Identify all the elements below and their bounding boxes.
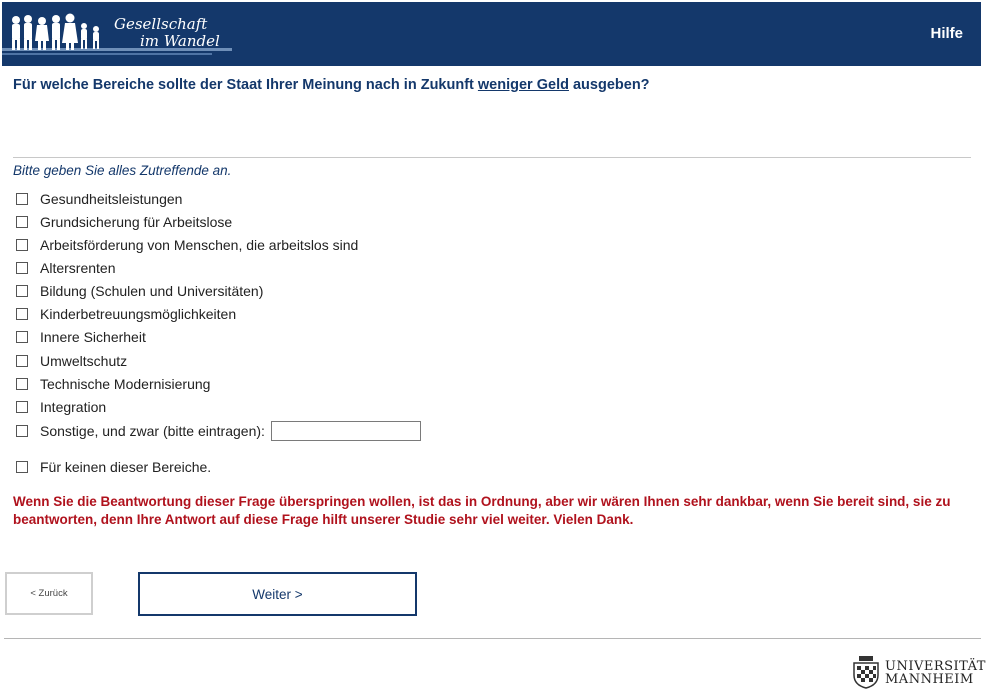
instruction-text: Bitte geben Sie alles Zutreffende an. bbox=[13, 163, 232, 178]
checkbox[interactable] bbox=[16, 262, 28, 274]
university-crest-icon bbox=[853, 656, 879, 689]
checkbox[interactable] bbox=[16, 285, 28, 297]
option-label: Sonstige, und zwar (bitte eintragen): bbox=[40, 423, 265, 439]
footer-divider bbox=[4, 638, 981, 639]
universitaet-mannheim-logo: UNIVERSITÄT MANNHEIM bbox=[850, 655, 985, 691]
university-name-line2: MANNHEIM bbox=[885, 672, 974, 687]
help-link[interactable]: Hilfe bbox=[930, 25, 963, 42]
option-label: Grundsicherung für Arbeitslose bbox=[40, 214, 233, 230]
checkbox[interactable] bbox=[16, 331, 28, 343]
option-label: Gesundheitsleistungen bbox=[40, 191, 183, 207]
gesellschaft-im-wandel-logo: Gesellschaft im Wandel bbox=[2, 2, 242, 66]
checkbox[interactable] bbox=[16, 193, 28, 205]
option-innere-sicherheit[interactable]: Innere Sicherheit bbox=[16, 328, 146, 346]
logo-text-line2: im Wandel bbox=[140, 32, 220, 50]
option-altersrenten[interactable]: Altersrenten bbox=[16, 259, 115, 277]
header-bar: Gesellschaft im Wandel Hilfe bbox=[2, 2, 981, 66]
question-part2: ausgeben? bbox=[568, 77, 650, 93]
option-kinderbetreuung[interactable]: Kinderbetreuungsmöglichkeiten bbox=[16, 305, 236, 323]
back-button[interactable]: < Zurück bbox=[5, 572, 93, 615]
option-label: Altersrenten bbox=[40, 260, 116, 276]
other-text-input[interactable] bbox=[270, 421, 421, 441]
option-label: Integration bbox=[40, 399, 107, 415]
question-part1: Für welche Bereiche sollte der Staat Ihr… bbox=[13, 77, 478, 93]
checkbox[interactable] bbox=[16, 355, 28, 367]
option-arbeitsfoerderung[interactable]: Arbeitsförderung von Menschen, die arbei… bbox=[16, 236, 358, 254]
option-label: Bildung (Schulen und Universitäten) bbox=[40, 283, 264, 299]
option-integration[interactable]: Integration bbox=[16, 398, 106, 416]
next-button[interactable]: Weiter > bbox=[138, 572, 417, 616]
logo-text-line1: Gesellschaft bbox=[114, 15, 208, 33]
question-emphasis: weniger Geld bbox=[477, 77, 569, 93]
question-text: Für welche Bereiche sollte der Staat Ihr… bbox=[13, 77, 650, 93]
checkbox[interactable] bbox=[16, 378, 28, 390]
checkbox[interactable] bbox=[16, 239, 28, 251]
option-sonstige[interactable]: Sonstige, und zwar (bitte eintragen): bbox=[16, 420, 421, 442]
option-gesundheitsleistungen[interactable]: Gesundheitsleistungen bbox=[16, 190, 182, 208]
option-label: Umweltschutz bbox=[40, 353, 128, 369]
checkbox[interactable] bbox=[16, 308, 28, 320]
option-grundsicherung[interactable]: Grundsicherung für Arbeitslose bbox=[16, 213, 232, 231]
option-bildung[interactable]: Bildung (Schulen und Universitäten) bbox=[16, 282, 263, 300]
option-keiner[interactable]: Für keinen dieser Bereiche. bbox=[16, 458, 211, 476]
option-label: Kinderbetreuungsmöglichkeiten bbox=[40, 306, 237, 322]
option-technische-modernisierung[interactable]: Technische Modernisierung bbox=[16, 375, 210, 393]
checkbox[interactable] bbox=[16, 216, 28, 228]
option-umweltschutz[interactable]: Umweltschutz bbox=[16, 352, 127, 370]
checkbox[interactable] bbox=[16, 425, 28, 437]
skip-notice: Wenn Sie die Beantwortung dieser Frage ü… bbox=[13, 494, 951, 527]
option-label: Technische Modernisierung bbox=[40, 376, 211, 392]
option-label: Arbeitsförderung von Menschen, die arbei… bbox=[40, 237, 359, 253]
option-label: Für keinen dieser Bereiche. bbox=[40, 459, 212, 475]
divider bbox=[13, 157, 971, 158]
checkbox[interactable] bbox=[16, 401, 28, 413]
option-label: Innere Sicherheit bbox=[40, 329, 146, 345]
checkbox[interactable] bbox=[16, 461, 28, 473]
